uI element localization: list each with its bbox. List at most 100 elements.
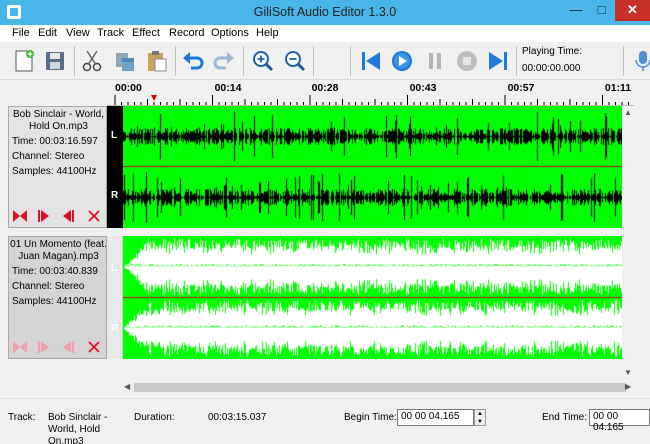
play-button[interactable] <box>389 48 415 74</box>
timeline-ruler[interactable]: 00:00 00:14 00:28 00:43 00:57 01:11 <box>107 80 634 106</box>
save-button[interactable] <box>42 48 68 74</box>
play-icon <box>392 51 412 71</box>
zoom-in-button[interactable] <box>250 48 276 74</box>
track-time: Time: 00:03:40.839 <box>12 266 98 277</box>
menu-edit[interactable]: Edit <box>38 27 57 39</box>
track-name: 01 Un Momento (feat. Juan Magan).mp3 <box>10 239 107 262</box>
playhead-marker[interactable] <box>151 95 157 101</box>
end-time-input[interactable]: 00 00 04.165 <box>589 409 650 433</box>
waveform[interactable] <box>123 106 622 228</box>
playing-time-value: 00:00:00.000 <box>522 63 581 74</box>
status-bar: Track: Bob Sinclair - World, Hold On.mp3… <box>0 398 650 444</box>
track-time: Time: 00:03:16.597 <box>12 136 98 147</box>
waveform[interactable] <box>123 236 622 359</box>
menu-view[interactable]: View <box>66 27 90 39</box>
cut-button[interactable] <box>79 48 105 74</box>
select-left-icon[interactable] <box>59 208 77 224</box>
track-channel: Channel: Stereo <box>12 281 85 292</box>
waveform-canvas <box>123 106 622 228</box>
scroll-left-icon[interactable]: ◀ <box>124 382 130 391</box>
left-channel-label: L <box>111 263 118 274</box>
window-title: GiliSoft Audio Editor 1.3.0 <box>253 5 397 19</box>
right-channel-label: R <box>111 323 119 334</box>
cut-icon <box>82 50 102 72</box>
timeline-label: 00:00 <box>115 82 142 94</box>
zoom-out-icon <box>285 51 306 72</box>
close-button[interactable]: ✕ <box>615 0 650 21</box>
zoom-in-icon <box>253 51 274 72</box>
undo-button[interactable] <box>180 48 206 74</box>
skip-back-icon <box>362 52 380 70</box>
undo-icon <box>183 52 204 70</box>
new-file-button[interactable] <box>11 48 37 74</box>
vertical-scrollbar[interactable]: ▲ ▼ <box>622 106 634 380</box>
track-name: Bob Sinclair - World, Hold On.mp3 <box>13 109 104 132</box>
menu-file[interactable]: File <box>12 27 30 39</box>
menu-help[interactable]: Help <box>256 27 279 39</box>
timeline-label: 01:11 <box>604 82 632 94</box>
delete-track-icon[interactable] <box>85 339 103 355</box>
track-1[interactable]: Bob Sinclair - World, Hold On.mp3 Time: … <box>8 106 622 228</box>
title-bar: GiliSoft Audio Editor 1.3.0 — □ ✕ <box>0 0 650 25</box>
copy-button[interactable] <box>112 48 138 74</box>
redo-icon <box>213 52 234 70</box>
channel-strip: L R <box>107 236 123 359</box>
timeline-label: 00:14 <box>214 82 242 94</box>
scroll-down-icon[interactable]: ▼ <box>624 368 632 377</box>
track-value: Bob Sinclair - World, Hold On.mp3 <box>48 412 108 444</box>
minimize-button[interactable]: — <box>563 0 589 21</box>
timeline-label: 00:28 <box>311 82 339 94</box>
toolbar: Playing Time: 00:00:00.000 <box>0 42 650 80</box>
menu-record[interactable]: Record <box>169 27 204 39</box>
pause-button[interactable] <box>422 48 448 74</box>
delete-track-icon[interactable] <box>85 208 103 224</box>
track-samples: Samples: 44100Hz <box>12 166 97 177</box>
menu-effect[interactable]: Effect <box>132 27 160 39</box>
stop-button[interactable] <box>454 48 480 74</box>
redo-button[interactable] <box>211 48 237 74</box>
record-button[interactable] <box>630 48 650 74</box>
new-file-icon <box>15 50 34 72</box>
channel-strip: L R <box>107 106 123 228</box>
timeline-label: 00:43 <box>409 82 437 94</box>
scrollbar-thumb[interactable] <box>134 383 626 392</box>
paste-icon <box>148 51 167 72</box>
maximize-button[interactable]: □ <box>589 0 614 21</box>
menu-bar: File Edit View Track Effect Record Optio… <box>0 25 650 42</box>
playing-time-label: Playing Time: <box>522 46 583 57</box>
scroll-up-icon[interactable]: ▲ <box>624 108 632 117</box>
begin-time-spinner[interactable]: ▲ ▼ <box>474 409 486 426</box>
timeline-label: 00:57 <box>507 82 535 94</box>
select-all-icon[interactable] <box>11 208 29 224</box>
timeline-ticks <box>114 95 629 105</box>
select-left-icon[interactable] <box>59 339 77 355</box>
duration-label: Duration: <box>134 412 175 423</box>
select-right-icon[interactable] <box>35 208 53 224</box>
track-info-panel: 01 Un Momento (feat. Juan Magan).mp3 Tim… <box>8 236 107 359</box>
copy-icon <box>116 53 134 71</box>
microphone-icon <box>635 51 650 71</box>
stop-icon <box>457 51 477 71</box>
skip-forward-button[interactable] <box>485 48 511 74</box>
track-channel: Channel: Stereo <box>12 151 85 162</box>
track-info-panel: Bob Sinclair - World, Hold On.mp3 Time: … <box>8 106 107 228</box>
track-2[interactable]: 01 Un Momento (feat. Juan Magan).mp3 Tim… <box>8 236 622 359</box>
track-buttons <box>9 208 108 224</box>
end-time-label: End Time: <box>542 412 588 423</box>
menu-options[interactable]: Options <box>211 27 249 39</box>
select-all-icon[interactable] <box>11 339 29 355</box>
right-channel-label: R <box>111 190 119 201</box>
skip-back-button[interactable] <box>358 48 384 74</box>
menu-track[interactable]: Track <box>97 27 124 39</box>
horizontal-scrollbar[interactable]: ◀ ▶ <box>122 380 634 395</box>
save-icon <box>46 52 64 70</box>
left-channel-label: L <box>111 130 118 141</box>
audio-editor-window: GiliSoft Audio Editor 1.3.0 — □ ✕ File E… <box>0 0 650 444</box>
scroll-right-icon[interactable]: ▶ <box>625 382 631 391</box>
paste-button[interactable] <box>144 48 170 74</box>
duration-value: 00:03:15.037 <box>208 412 267 423</box>
track-samples: Samples: 44100Hz <box>12 296 97 307</box>
zoom-out-button[interactable] <box>282 48 308 74</box>
select-right-icon[interactable] <box>35 339 53 355</box>
begin-time-input[interactable]: 00 00 04.165 <box>397 409 474 426</box>
